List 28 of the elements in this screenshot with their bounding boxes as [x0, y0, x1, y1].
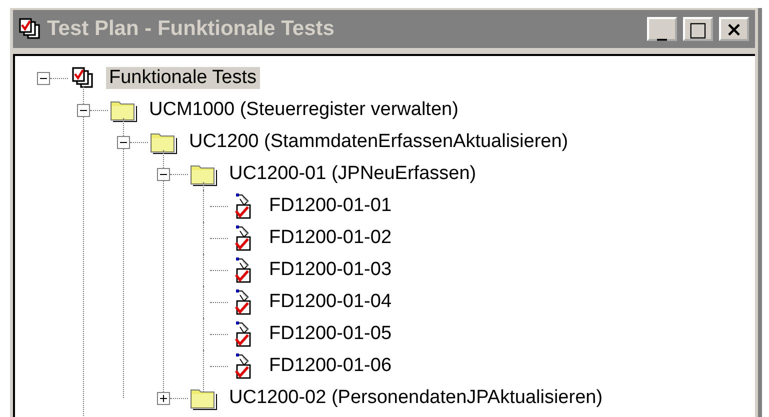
tree-item[interactable]: UCM1000 (Steuerregister verwalten) [146, 99, 462, 121]
expand-toggle[interactable] [157, 392, 170, 404]
window-icon [19, 18, 41, 40]
collapse-toggle[interactable] [77, 104, 90, 116]
test-case-icon [234, 225, 252, 251]
close-button[interactable]: × [719, 17, 749, 41]
tree-item[interactable]: FD1200-01-01 [266, 195, 395, 217]
tree-item[interactable]: FD1200-01-03 [266, 259, 395, 281]
test-case-icon [234, 321, 252, 347]
collapse-toggle[interactable] [157, 168, 170, 180]
maximize-button[interactable]: □ [683, 17, 713, 41]
tree-item[interactable]: UC1200 (StammdatenErfassenAktualisieren) [186, 131, 572, 153]
test-case-icon [234, 257, 252, 283]
collapse-toggle[interactable] [37, 72, 50, 84]
test-case-icon [234, 193, 252, 219]
tree-item[interactable]: FD1200-01-06 [266, 355, 395, 377]
tree-item[interactable]: UC1200-02 (PersonendatenJPAktualisieren) [226, 387, 606, 409]
test-plan-icon [72, 67, 94, 89]
minimize-button[interactable]: _ [647, 17, 677, 41]
test-case-icon [234, 289, 252, 315]
tree-item[interactable]: Funktionale Tests [106, 67, 260, 89]
test-case-icon [234, 353, 252, 379]
window-title: Test Plan - Funktionale Tests [47, 17, 336, 41]
tree-item[interactable]: UC1200-01 (JPNeuErfassen) [226, 163, 480, 185]
tree-item[interactable]: FD1200-01-02 [266, 227, 395, 249]
tree-item[interactable]: FD1200-01-04 [266, 291, 395, 313]
tree-item[interactable]: FD1200-01-05 [266, 323, 395, 345]
collapse-toggle[interactable] [117, 136, 130, 148]
